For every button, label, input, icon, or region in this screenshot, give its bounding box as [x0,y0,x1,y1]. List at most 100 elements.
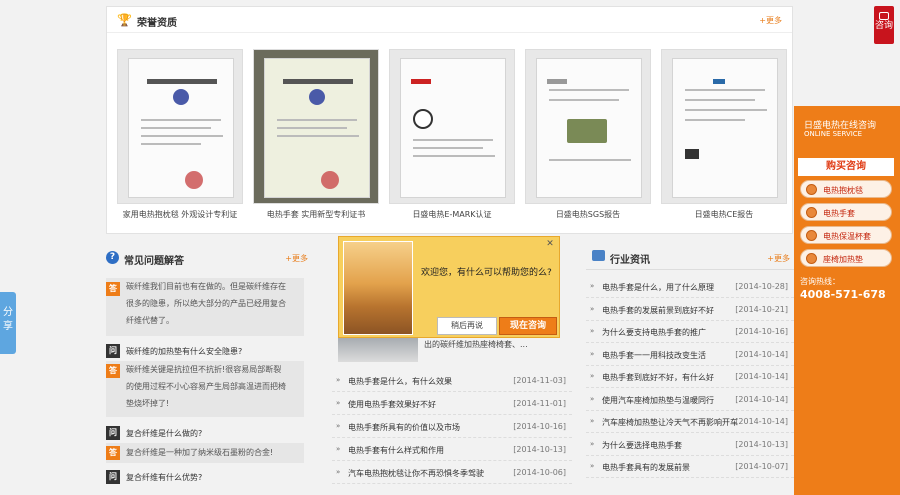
service-item-label: 电热保温杯套 [823,232,871,241]
faq-more-link[interactable]: +更多 [285,253,308,264]
news-title[interactable]: 电热手套到底好不好，有什么好 [602,372,714,383]
news-title[interactable]: 电热手套是什么，用了什么原理 [602,282,714,293]
list-item[interactable]: » 使用电热手套效果好不好 [2014-11-01] [332,393,572,415]
list-item[interactable]: » 电热手套是什么，有什么效果 [2014-11-03] [332,370,572,392]
cert-image[interactable] [117,49,243,204]
cert-image[interactable] [661,49,787,204]
list-item[interactable]: » 电热手套的发展前景到底好不好 [2014-10-21] [586,299,794,321]
faq-header: ? 常见问题解答 +更多 [100,244,312,270]
cert-gallery: 家用电热抱枕毯 外观设计专利证 电热手套 实用新型专利证书 日盛电热E-MARK… [117,49,787,229]
question-icon: ? [106,251,119,264]
list-item[interactable]: » 电热手套具有的发展前景 [2014-10-07] [586,456,794,478]
list-item[interactable]: » 电热手套到底好不好，有什么好 [2014-10-14] [586,366,794,388]
news-title[interactable]: 电热手套一一用科技改变生活 [602,350,706,361]
news-date: [2014-10-14] [735,394,788,404]
cert-image[interactable] [253,49,379,204]
faq-answer: 碳纤维我们目前也有在做的。但是碳纤维存在 很多的隐患，所以绝大部分的产品已经用复合… [126,282,286,325]
cert-caption[interactable]: 日盛电热CE报告 [661,209,787,220]
news-title[interactable]: 为什么要选择电热手套 [602,440,682,451]
answer-badge: 答 [106,364,120,378]
cert-image[interactable] [525,49,651,204]
consult-now-button[interactable]: 现在咨询 [499,317,557,335]
news-date: [2014-10-13] [513,445,566,454]
news-date: [2014-10-14] [735,349,788,359]
cert-caption[interactable]: 家用电热抱枕毯 外观设计专利证 [117,209,243,220]
service-item-gloves[interactable]: 电热手套 [800,203,892,221]
news-title[interactable]: 汽车电热抱枕毯让你不再恐惧冬季驾驶 [348,468,484,479]
cert-item[interactable]: 日盛电热CE报告 [661,49,787,220]
chat-invite-popup: ✕ 欢迎您，有什么可以帮助您的么? 稍后再说 现在咨询 [338,236,560,338]
later-button[interactable]: 稍后再说 [437,317,497,335]
list-item[interactable]: » 电热手套有什么样式和作用 [2014-10-13] [332,439,572,461]
list-item[interactable]: » 汽车座椅加热垫让冷天气不再影响开车 [2014-10-14] [586,411,794,433]
industry-more-link[interactable]: +更多 [767,253,790,264]
news-date: [2014-10-16] [735,327,788,336]
service-item-label: 电热抱枕毯 [823,186,863,195]
news-title[interactable]: 电热手套是什么，有什么效果 [348,376,452,387]
list-item[interactable]: » 为什么要支持电热手套的推广 [2014-10-16] [586,321,794,343]
faq-question[interactable]: 碳纤维的加热垫有什么安全隐患? [126,346,242,357]
popup-greeting: 欢迎您，有什么可以帮助您的么? [421,268,552,278]
cert-caption[interactable]: 电热手套 实用新型专利证书 [253,209,379,220]
industry-title: 行业资讯 [610,255,650,266]
service-item-label: 座椅加热垫 [823,255,863,264]
hotline-label: 咨询热线： [800,277,840,286]
consult-tab[interactable]: 咨询 [874,6,894,44]
news-title[interactable]: 电热手套具有的发展前景 [602,462,690,473]
service-item-blanket[interactable]: 电热抱枕毯 [800,180,892,198]
news-title[interactable]: 电热手套所具有的价值以及市场 [348,422,460,433]
news-brief[interactable]: 出的碳纤维加热座椅椅套、... [424,339,528,350]
news-date: [2014-10-14] [735,372,788,381]
buy-consult-heading: 购买咨询 [798,158,894,176]
list-item[interactable]: » 为什么要选择电热手套 [2014-10-13] [586,434,794,456]
news-date: [2014-11-03] [513,376,566,385]
cert-item[interactable]: 日盛电热E-MARK认证 [389,49,515,220]
news-date: [2014-10-07] [735,462,788,471]
question-badge: 问 [106,470,120,484]
faq-question[interactable]: 复合纤维有什么优势? [126,472,202,483]
news-date: [2014-10-14] [735,417,788,426]
chat-icon [806,230,817,241]
faq-question[interactable]: 复合纤维是什么做的? [126,428,202,439]
service-item-cup[interactable]: 电热保温杯套 [800,226,892,244]
news-title[interactable]: 使用电热手套效果好不好 [348,399,436,410]
industry-header: 行业资讯 +更多 [586,244,794,270]
news-title[interactable]: 汽车座椅加热垫让冷天气不再影响开车 [602,417,738,428]
service-item-seat[interactable]: 座椅加热垫 [800,249,892,267]
news-date: [2014-10-28] [735,282,788,291]
online-service-panel: 日盛电热在线咨询 ONLINE SERVICE 购买咨询 电热抱枕毯 电热手套 … [794,106,900,495]
cert-caption[interactable]: 日盛电热E-MARK认证 [389,209,515,220]
cert-item[interactable]: 家用电热抱枕毯 外观设计专利证 [117,49,243,220]
news-icon [592,250,605,261]
share-tab[interactable]: 分享 [0,292,16,354]
answer-badge: 答 [106,282,120,296]
news-title[interactable]: 电热手套有什么样式和作用 [348,445,444,456]
faq-title: 常见问题解答 [124,256,184,267]
question-badge: 问 [106,426,120,440]
cert-item[interactable]: 电热手套 实用新型专利证书 [253,49,379,220]
faq-panel: ? 常见问题解答 +更多 答 碳纤维我们目前也有在做的。但是碳纤维存在 很多的隐患… [100,244,312,495]
hotline-number[interactable]: 4008-571-678 [800,288,886,301]
list-item[interactable]: » 汽车电热抱枕毯让你不再恐惧冬季驾驶 [2014-10-06] [332,462,572,484]
chat-icon [806,184,817,195]
honor-panel: 🏆 荣誉资质 +更多 家用电热抱枕毯 外观设计专利证 电热手套 实用新型专利证书… [106,6,793,234]
list-item[interactable]: » 使用汽车座椅加热垫与温暖同行 [2014-10-14] [586,389,794,411]
news-title[interactable]: 电热手套的发展前景到底好不好 [602,305,714,316]
news-title[interactable]: 为什么要支持电热手套的推广 [602,327,706,338]
cert-image[interactable] [389,49,515,204]
answer-badge: 答 [106,446,120,460]
list-item[interactable]: » 电热手套一一用科技改变生活 [2014-10-14] [586,344,794,366]
honor-more-link[interactable]: +更多 [759,15,782,26]
news-date: [2014-10-13] [735,439,788,449]
cert-caption[interactable]: 日盛电热SGS报告 [525,209,651,220]
close-icon[interactable]: ✕ [545,239,555,249]
news-title[interactable]: 使用汽车座椅加热垫与温暖同行 [602,395,714,406]
list-item[interactable]: » 电热手套所具有的价值以及市场 [2014-10-16] [332,416,572,438]
chat-icon [879,12,889,20]
news-date: [2014-10-06] [513,468,566,477]
trophy-icon: 🏆 [117,13,132,27]
cert-item[interactable]: 日盛电热SGS报告 [525,49,651,220]
question-badge: 问 [106,344,120,358]
list-item[interactable]: » 电热手套是什么，用了什么原理 [2014-10-28] [586,276,794,298]
news-date: [2014-10-21] [735,304,788,314]
